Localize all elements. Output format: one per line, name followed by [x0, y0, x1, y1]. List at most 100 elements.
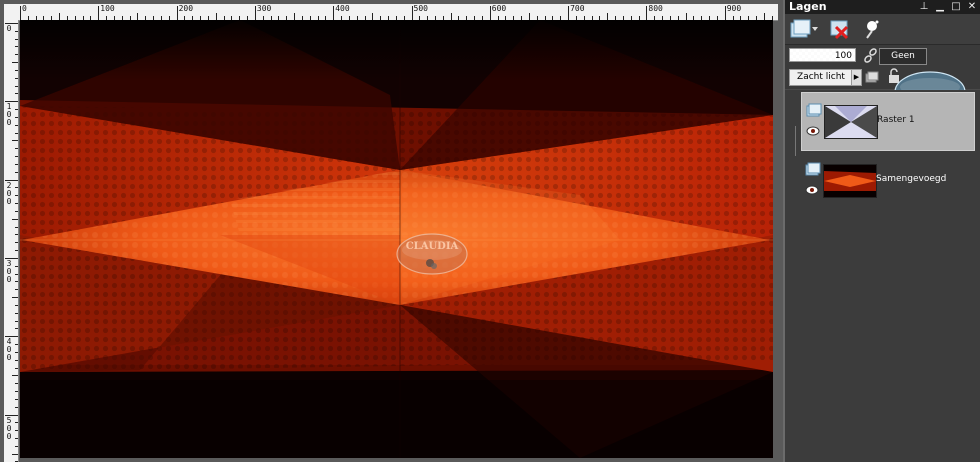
layer-name: Samengevoegd [876, 174, 947, 184]
ruler-tick [15, 430, 18, 432]
ruler-tick [294, 13, 296, 20]
pin-icon[interactable]: ⊥ [917, 0, 931, 14]
ruler-label: 1 0 0 [6, 102, 12, 128]
ruler-label: 800 [648, 4, 663, 13]
ruler-tick [15, 187, 18, 189]
ruler-tick [15, 445, 18, 447]
raster-layer-icon [806, 103, 822, 117]
panel-title: Lagen [789, 0, 827, 13]
ruler-tick [528, 13, 530, 20]
ruler-tick [12, 453, 18, 455]
ruler-tick [59, 13, 61, 20]
ruler-label: 600 [491, 4, 507, 13]
ruler-top: 0 100 200 300 400 500 600 700 800 900 [18, 4, 778, 21]
ruler-tick [15, 437, 18, 439]
minimize-icon[interactable]: ▁ [933, 0, 947, 14]
ruler-tick [20, 6, 21, 20]
ruler-label: 500 [413, 4, 428, 13]
ruler-tick [12, 297, 18, 299]
ruler-tick [15, 351, 18, 353]
ruler-label: 100 [100, 4, 115, 13]
ruler-tick [15, 242, 18, 244]
opacity-input[interactable]: 100 [789, 48, 856, 62]
opacity-value: 100 [834, 51, 852, 61]
ruler-tick [15, 391, 18, 392]
layer-thumbnail-samengevoegd [823, 164, 877, 198]
raster-layer-icon [805, 162, 821, 176]
ruler-tick [15, 406, 18, 408]
claudia-watermark: CLAUDIA [396, 233, 468, 275]
ruler-label: 4 0 0 [6, 337, 12, 363]
close-icon[interactable]: ✕ [965, 0, 979, 14]
ruler-tick [12, 375, 18, 377]
ruler-label: 5 0 0 [6, 415, 12, 441]
ruler-tick [15, 116, 18, 118]
panel-toolbar [785, 14, 980, 45]
eye-icon[interactable] [806, 126, 820, 136]
layers-list: Raster 1 Samengevoegd [785, 90, 980, 462]
ruler-tick [15, 234, 18, 236]
maximize-icon[interactable]: □ [949, 0, 963, 14]
ruler-tick [12, 140, 18, 142]
svg-text:CLAUDIA: CLAUDIA [406, 241, 459, 252]
canvas-area: 0 100 200 300 400 500 600 700 800 900 0 1 0 0 2 0 0… [0, 0, 783, 462]
link-icon[interactable] [863, 47, 879, 65]
ruler-tick [15, 93, 18, 95]
ruler-tick [15, 46, 18, 48]
ruler-tick [15, 69, 18, 71]
ruler-label: 3 0 0 [6, 258, 12, 284]
ruler-tick [489, 6, 491, 20]
ruler-label: 200 [178, 4, 194, 13]
tree-line [795, 126, 796, 156]
ruler-tick [15, 203, 18, 205]
ruler-label: 700 [570, 4, 585, 13]
layers-panel: Lagen ⊥ ▁ □ ✕ 100 Geen Zacht licht ▶ Ras… [785, 0, 980, 462]
layer-row-samengevoegd[interactable]: Samengevoegd [801, 152, 973, 209]
ruler-tick [15, 328, 18, 330]
ruler-tick [15, 281, 18, 283]
layer-properties-icon[interactable] [865, 70, 879, 84]
ruler-tick [15, 265, 18, 267]
ruler-tick [15, 77, 18, 79]
ruler-tick [15, 156, 18, 158]
ruler-label: 300 [256, 4, 272, 13]
ruler-tick [12, 62, 18, 64]
layer-row-raster-1[interactable]: Raster 1 [801, 92, 975, 151]
ruler-tick [15, 398, 18, 400]
image-canvas[interactable]: CLAUDIA [20, 20, 773, 458]
panel-titlebar: Lagen ⊥ ▁ □ ✕ [785, 0, 980, 14]
ruler-tick [15, 250, 18, 252]
new-layer-icon[interactable] [789, 17, 819, 41]
ruler-tick [15, 210, 18, 212]
mask-dropdown[interactable]: Geen [879, 48, 927, 65]
ruler-tick [15, 30, 18, 32]
mask-brush-icon[interactable] [861, 17, 883, 41]
ruler-tick [215, 13, 217, 20]
ruler-tick [568, 6, 570, 20]
ruler-tick [15, 320, 18, 322]
layer-thumbnail-raster-1 [824, 105, 878, 139]
ruler-tick [176, 6, 178, 20]
delete-layer-icon[interactable] [829, 17, 851, 41]
eye-icon[interactable] [805, 185, 819, 195]
ruler-tick [15, 195, 18, 197]
ruler-tick [15, 273, 18, 275]
ruler-tick [15, 38, 18, 40]
ruler-tick [15, 359, 18, 361]
ruler-tick [15, 304, 18, 306]
ruler-tick [15, 289, 18, 291]
ruler-tick [254, 6, 256, 20]
ruler-tick [15, 163, 18, 165]
layer-name: Raster 1 [877, 115, 915, 125]
blend-mode-dropdown[interactable]: Zacht licht [789, 69, 853, 86]
ruler-tick [15, 226, 18, 228]
ruler-tick [15, 422, 18, 424]
opacity-row: 100 Geen [785, 45, 980, 69]
ruler-tick [15, 109, 18, 111]
ruler-tick [411, 6, 413, 20]
ruler-tick [15, 312, 18, 314]
chevron-right-icon[interactable]: ▶ [851, 69, 862, 86]
ruler-tick [15, 132, 18, 134]
ruler-tick [646, 6, 648, 20]
ruler-label: 0 [6, 24, 12, 33]
